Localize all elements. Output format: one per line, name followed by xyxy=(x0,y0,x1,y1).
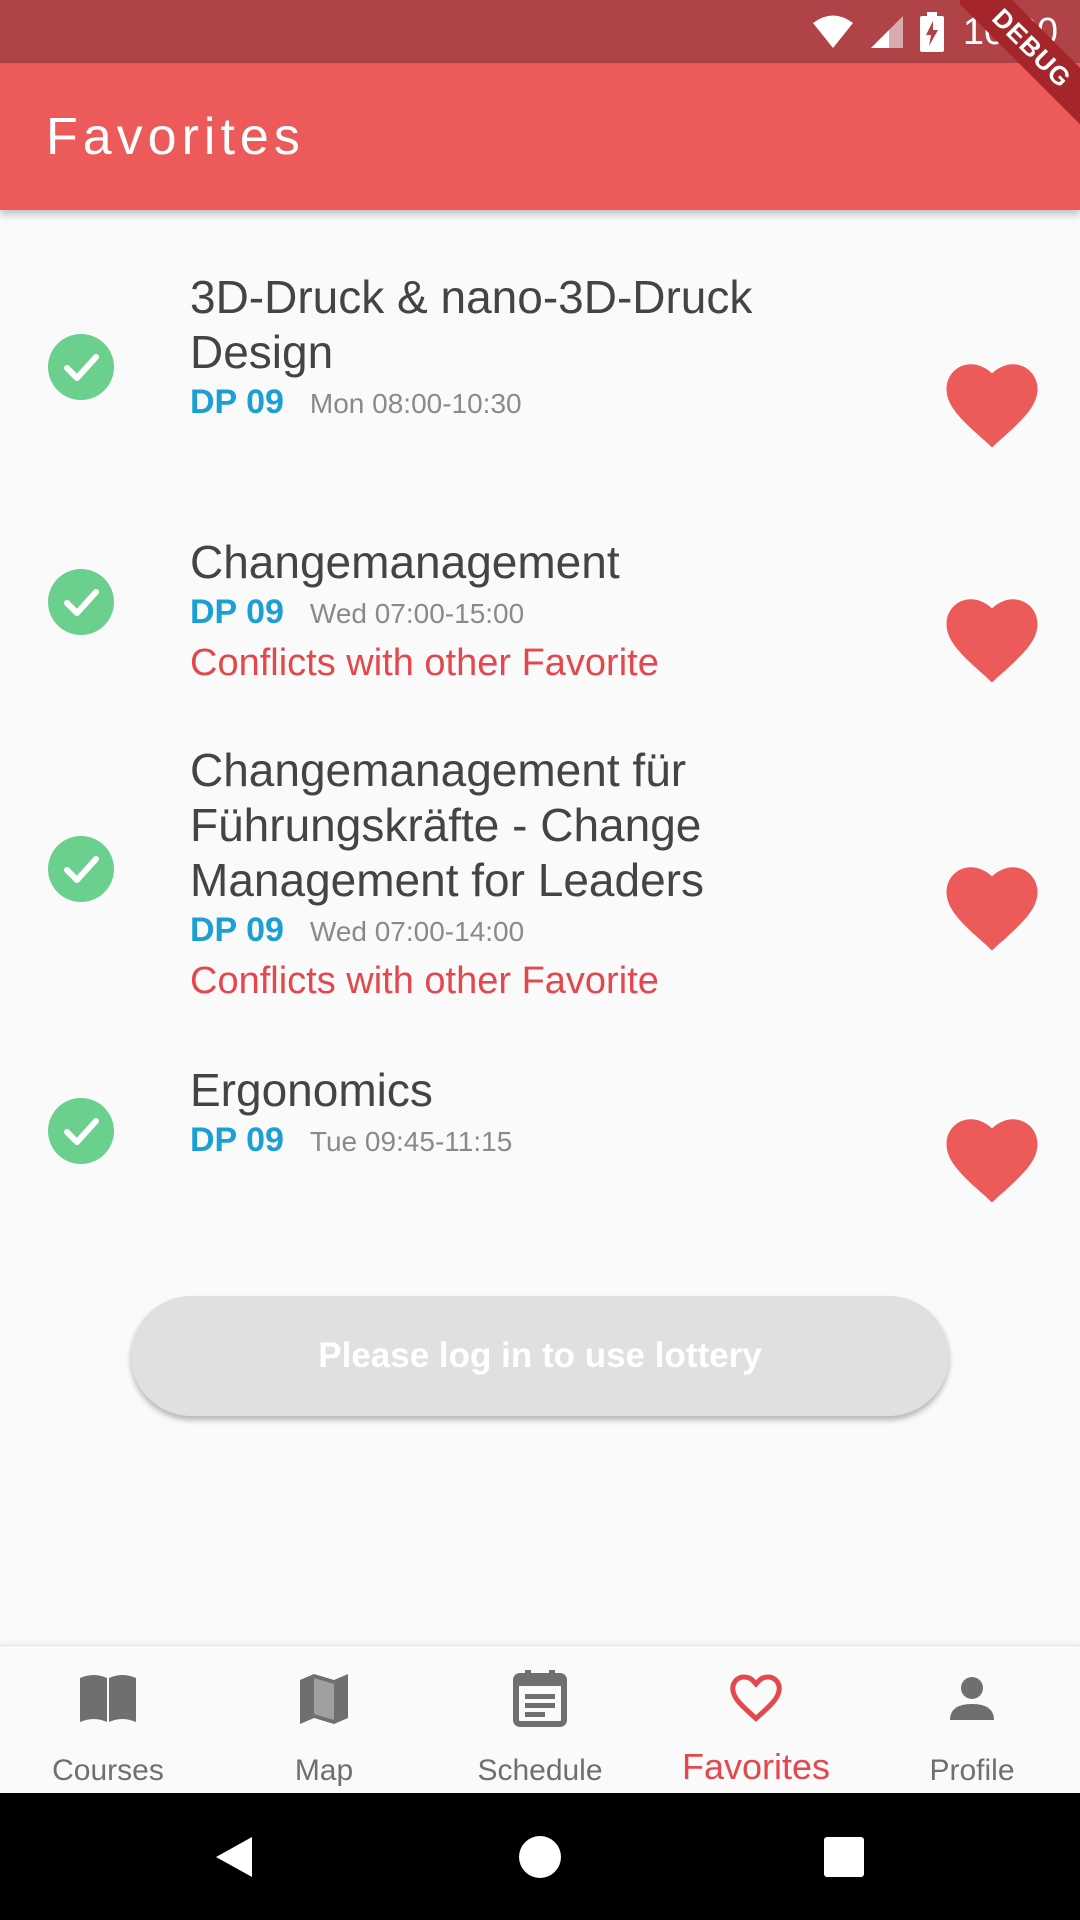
favorite-item[interactable]: Ergonomics DP 09 Tue 09:45-11:15 xyxy=(0,1063,1080,1203)
favorite-item[interactable]: Changemanagement DP 09 Wed 07:00-15:00 Co… xyxy=(0,535,1080,685)
room-label: DP 09 xyxy=(190,383,284,421)
course-title: Changemanagement xyxy=(190,536,620,588)
signal-icon xyxy=(870,16,903,48)
favorite-item[interactable]: Changemanagement für Führungskräfte - Ch… xyxy=(0,743,1080,1003)
recents-icon[interactable] xyxy=(824,1837,864,1877)
course-meta: DP 09 Wed 07:00-15:00 xyxy=(190,592,890,639)
nav-label: Courses xyxy=(52,1754,164,1787)
person-icon xyxy=(950,1677,994,1720)
room-label: DP 09 xyxy=(190,911,284,949)
wifi-icon xyxy=(812,15,853,48)
status-icons: 10:30 xyxy=(811,8,1058,56)
favorite-info: Changemanagement für Führungskräfte - Ch… xyxy=(190,743,890,1005)
system-nav-bar xyxy=(0,1793,1080,1920)
favorite-item[interactable]: 3D-Druck & nano-3D-Druck Design DP 09 Mon… xyxy=(0,270,1080,470)
room-label: DP 09 xyxy=(190,593,284,631)
clock: 10:30 xyxy=(962,10,1058,53)
check-circle-icon xyxy=(48,569,114,635)
app-bar: Favorites xyxy=(0,63,1080,210)
nav-label: Favorites xyxy=(681,1746,831,1787)
favorite-info: Changemanagement DP 09 Wed 07:00-15:00 Co… xyxy=(190,535,890,687)
favorite-info: 3D-Druck & nano-3D-Druck Design DP 09 Mon… xyxy=(190,270,890,429)
nav-item-profile[interactable]: Profile xyxy=(864,1646,1080,1794)
check-circle-icon xyxy=(48,1098,114,1164)
nav-item-map[interactable]: Map xyxy=(216,1646,432,1794)
back-icon[interactable] xyxy=(212,1833,256,1881)
time-label: Wed 07:00-14:00 xyxy=(309,916,525,947)
nav-item-courses[interactable]: Courses xyxy=(0,1646,216,1794)
course-meta: DP 09 Tue 09:45-11:15 xyxy=(190,1120,890,1167)
heart-icon[interactable] xyxy=(940,589,1044,685)
course-meta: DP 09 Wed 07:00-14:00 xyxy=(190,910,890,957)
course-meta: DP 09 Mon 08:00-10:30 xyxy=(190,382,890,429)
map-icon xyxy=(300,1674,348,1724)
lottery-button[interactable]: Please log in to use lottery xyxy=(131,1296,949,1416)
home-icon[interactable] xyxy=(518,1835,562,1879)
course-title: 3D-Druck & nano-3D-Druck Design xyxy=(190,271,753,378)
battery-charging-icon xyxy=(919,12,944,52)
nav-item-schedule[interactable]: Schedule xyxy=(432,1646,648,1794)
bottom-nav: Courses Map Schedule Favorites Profile xyxy=(0,1645,1080,1794)
nav-label: Schedule xyxy=(477,1754,603,1787)
course-title: Changemanagement für Führungskräfte - Ch… xyxy=(190,744,704,906)
check-circle-icon xyxy=(48,334,114,400)
time-label: Tue 09:45-11:15 xyxy=(309,1126,513,1157)
room-label: DP 09 xyxy=(190,1121,284,1159)
heart-icon[interactable] xyxy=(940,354,1044,450)
time-label: Mon 08:00-10:30 xyxy=(309,388,522,419)
nav-label: Profile xyxy=(929,1754,1015,1787)
course-title: Ergonomics xyxy=(190,1064,433,1116)
heart-icon[interactable] xyxy=(940,1109,1044,1205)
check-circle-icon xyxy=(48,836,114,902)
favorite-info: Ergonomics DP 09 Tue 09:45-11:15 xyxy=(190,1063,890,1167)
heart-outline-icon xyxy=(730,1674,782,1722)
page-title: Favorites xyxy=(46,108,305,166)
nav-label: Map xyxy=(294,1754,354,1787)
heart-icon[interactable] xyxy=(940,857,1044,953)
book-icon xyxy=(80,1675,136,1722)
conflict-warning: Conflicts with other Favorite xyxy=(190,960,659,1002)
time-label: Wed 07:00-15:00 xyxy=(309,598,525,629)
status-bar: 10:30 xyxy=(0,0,1080,63)
schedule-icon xyxy=(513,1670,567,1727)
conflict-warning: Conflicts with other Favorite xyxy=(190,642,659,684)
nav-item-favorites[interactable]: Favorites xyxy=(648,1646,864,1794)
